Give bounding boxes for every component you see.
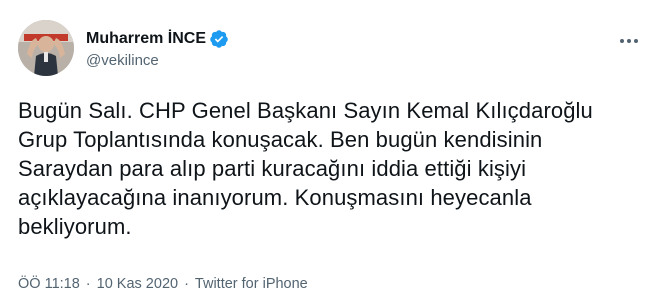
author-display-name[interactable]: Muharrem İNCE (86, 30, 206, 48)
more-options-dot (627, 39, 631, 43)
tweet-card: Muharrem İNCE @vekilince Bugün Salı. CHP… (0, 0, 663, 305)
author-info: Muharrem İNCE @vekilince (86, 28, 229, 69)
meta-separator: · (85, 276, 91, 292)
tweet-text: Bugün Salı. CHP Genel Başkanı Sayın Kema… (18, 98, 593, 239)
meta-separator: · (184, 276, 189, 292)
verified-badge-icon (209, 29, 229, 49)
avatar[interactable] (18, 20, 74, 76)
author-handle[interactable]: @vekilince (86, 52, 229, 69)
tweet-date[interactable]: 10 Kas 2020 (97, 276, 178, 292)
tweet-time[interactable]: ÖÖ 11:18 (18, 276, 80, 292)
avatar-image (18, 20, 74, 76)
more-options-dot (634, 39, 638, 43)
tweet-metadata: ÖÖ 11:18 · 10 Kas 2020 · Twitter for iPh… (18, 276, 308, 292)
tweet-source[interactable]: Twitter for iPhone (195, 276, 308, 292)
author-name-row: Muharrem İNCE (86, 28, 229, 50)
more-options-icon (620, 39, 624, 43)
more-options-button[interactable] (617, 34, 641, 48)
